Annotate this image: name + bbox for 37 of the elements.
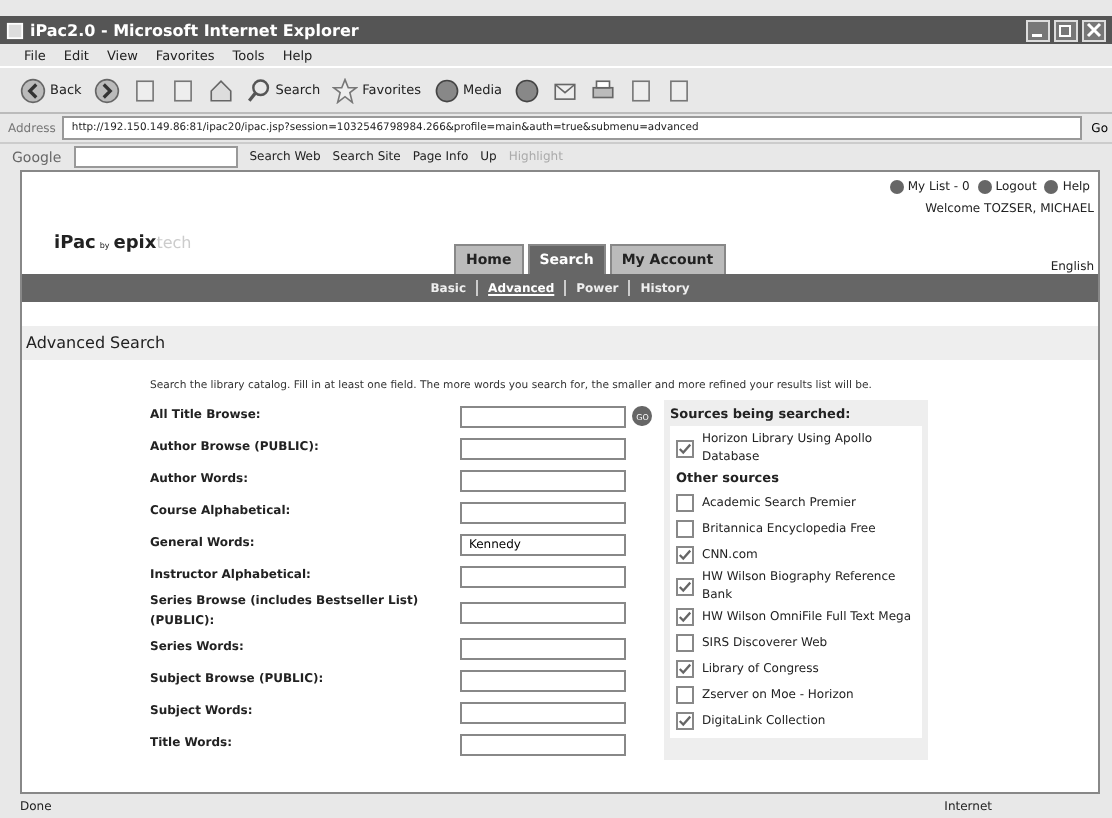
checkbox[interactable] xyxy=(676,634,694,652)
printer-icon xyxy=(590,77,617,103)
page-heading: Advanced Search xyxy=(22,326,1098,360)
window-title: iPac2.0 - Microsoft Internet Explorer xyxy=(30,21,359,39)
checkbox[interactable] xyxy=(676,712,694,730)
input-field[interactable] xyxy=(460,701,627,723)
input-field[interactable] xyxy=(460,733,627,755)
page-icon xyxy=(628,77,655,103)
star-icon xyxy=(332,77,359,103)
toolbar-button[interactable] xyxy=(89,77,124,103)
home-icon xyxy=(207,77,234,103)
search-field[interactable] xyxy=(73,146,238,168)
input-field[interactable] xyxy=(460,669,627,691)
back-icon xyxy=(20,77,46,103)
close-button[interactable] xyxy=(1082,19,1106,41)
checkbox[interactable] xyxy=(676,439,694,457)
input-field[interactable] xyxy=(460,469,627,491)
input-field[interactable] xyxy=(460,405,627,427)
search-icon xyxy=(245,77,272,103)
restore-button[interactable] xyxy=(1054,19,1078,41)
checkbox[interactable] xyxy=(676,494,694,512)
input-field[interactable] xyxy=(460,437,627,459)
checkbox[interactable] xyxy=(676,577,694,595)
page-icon xyxy=(666,77,693,103)
browser-icon xyxy=(6,21,24,39)
checkbox[interactable] xyxy=(676,608,694,626)
checkbox[interactable] xyxy=(676,686,694,704)
minimize-button[interactable] xyxy=(1026,19,1050,41)
checkbox[interactable] xyxy=(676,660,694,678)
input-field[interactable] xyxy=(460,501,627,523)
input-field[interactable] xyxy=(460,637,627,659)
restore-icon xyxy=(1058,22,1074,38)
checkbox[interactable] xyxy=(676,520,694,538)
forward-icon xyxy=(93,77,120,103)
checkbox[interactable] xyxy=(676,546,694,564)
input-field[interactable] xyxy=(460,601,627,623)
input-field[interactable] xyxy=(460,565,627,587)
